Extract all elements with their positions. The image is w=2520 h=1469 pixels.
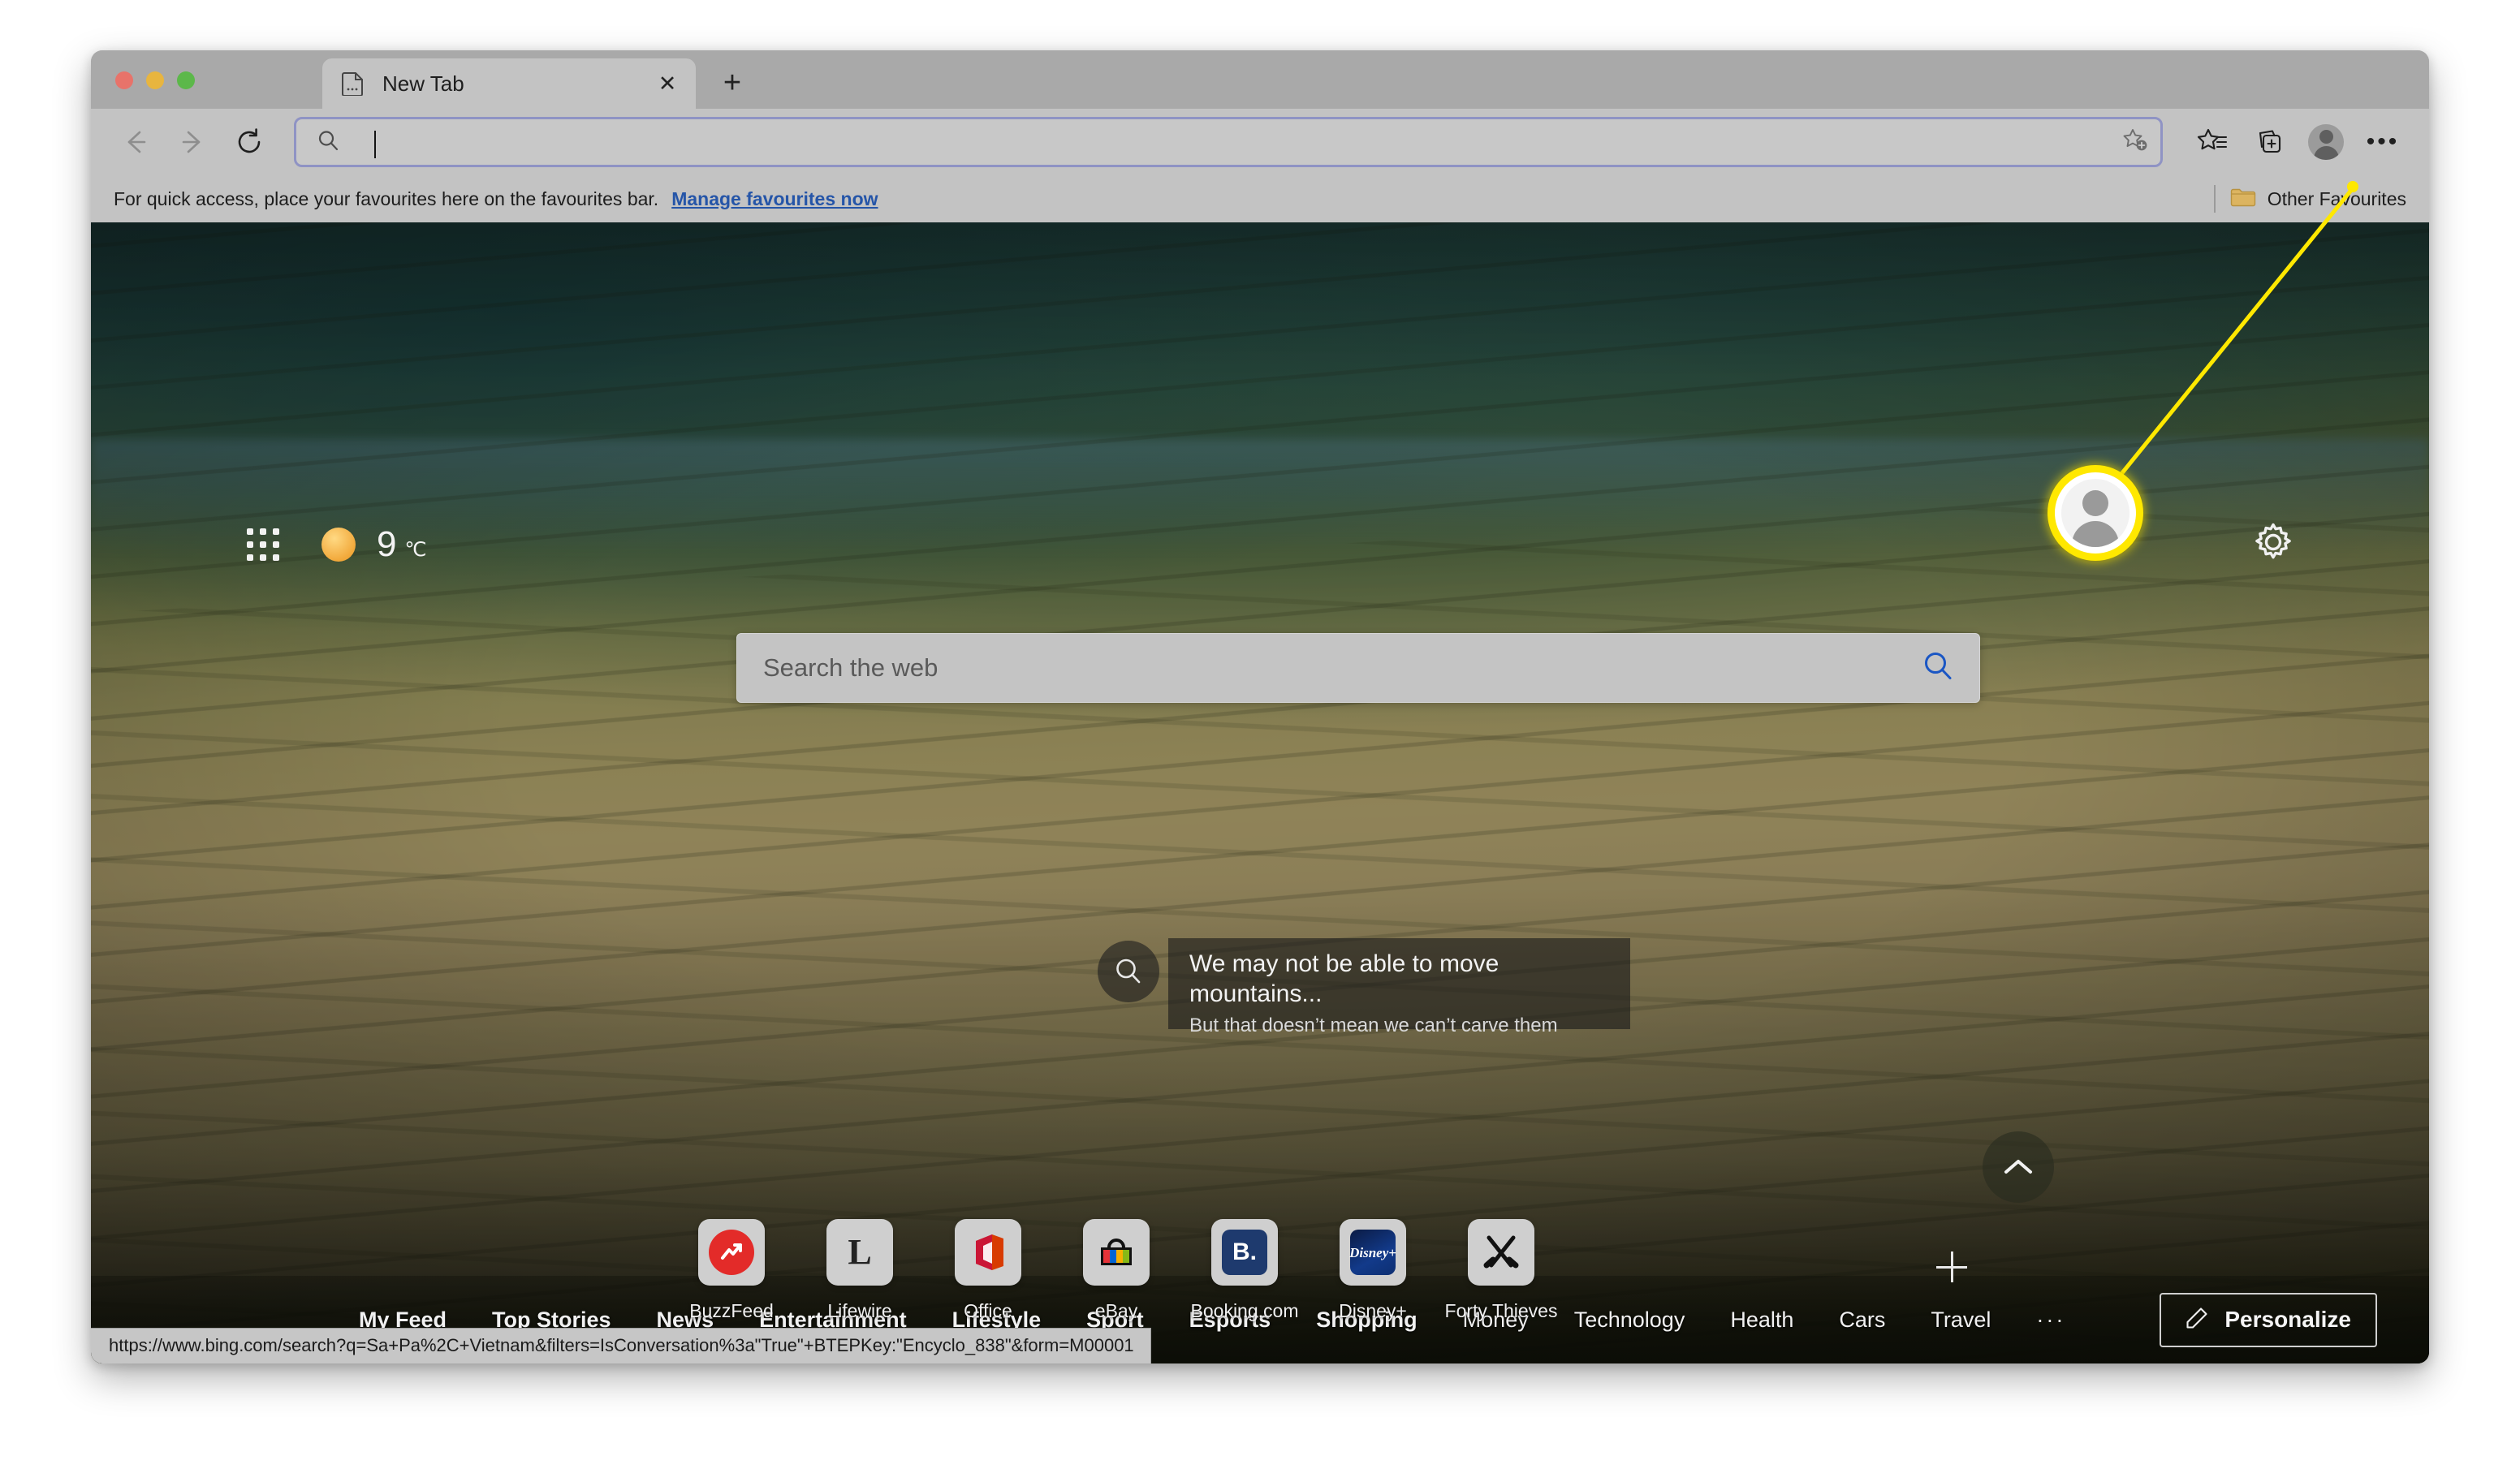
newtab-top-left-widgets: 9 ℃	[247, 524, 426, 565]
tile-buzzfeed[interactable]: BuzzFeed	[689, 1219, 774, 1322]
folder-icon	[2230, 187, 2256, 212]
tab-new-tab[interactable]: New Tab ✕	[322, 58, 696, 109]
office-icon	[955, 1219, 1021, 1286]
pencil-icon	[2186, 1307, 2208, 1333]
new-tab-page: 9 ℃ Search the web We may not be able to…	[91, 222, 2429, 1363]
tile-label: Office	[964, 1300, 1012, 1321]
feed-more-button[interactable]: ···	[2036, 1307, 2065, 1333]
tab-strip: New Tab ✕ +	[322, 58, 756, 109]
other-favourites-label: Other Favourites	[2267, 187, 2406, 209]
tile-label: Disney+	[1339, 1300, 1407, 1321]
refresh-icon[interactable]	[224, 117, 274, 167]
status-bar-url: https://www.bing.com/search?q=Sa+Pa%2C+V…	[91, 1328, 1151, 1363]
weather-temperature-unit: ℃	[404, 539, 427, 561]
feed-item-technology[interactable]: Technology	[1574, 1307, 1685, 1333]
add-shortcut-button[interactable]	[1926, 1241, 1978, 1293]
quote-card[interactable]: We may not be able to move mountains... …	[1168, 938, 1630, 1036]
gear-icon[interactable]	[2252, 521, 2294, 563]
address-bar[interactable]	[294, 117, 2163, 167]
browser-toolbar: •••	[91, 109, 2429, 175]
booking-icon: B.	[1211, 1219, 1278, 1286]
lifewire-icon: L	[826, 1219, 893, 1286]
close-window-button[interactable]	[115, 71, 133, 89]
text-cursor	[374, 131, 376, 158]
collections-icon[interactable]	[2244, 117, 2294, 167]
address-input[interactable]	[358, 119, 2121, 165]
favourites-bar-right: Other Favourites	[2213, 185, 2406, 213]
feed-item-cars[interactable]: Cars	[1839, 1307, 1885, 1333]
avatar	[2308, 124, 2344, 160]
weather-temperature-value: 9	[377, 524, 397, 564]
tile-label: eBay	[1094, 1300, 1138, 1321]
grid-apps-icon[interactable]	[247, 528, 279, 561]
window-controls	[115, 71, 195, 89]
desktop-background: New Tab ✕ + ••• For quick access, place …	[0, 0, 2520, 1469]
feed-item-health[interactable]: Health	[1730, 1307, 1793, 1333]
favourites-hint-text: For quick access, place your favourites …	[114, 187, 659, 209]
browser-window: New Tab ✕ + ••• For quick access, place …	[91, 50, 2429, 1363]
quote-subtitle: But that doesn’t mean we can’t carve the…	[1189, 1015, 1558, 1037]
favourites-star-icon[interactable]	[2187, 117, 2237, 167]
web-search-box[interactable]: Search the web	[736, 633, 1980, 703]
search-icon[interactable]	[1921, 649, 1955, 687]
minimize-window-button[interactable]	[146, 71, 164, 89]
shortcut-tiles: BuzzFeed L Lifewire Office eBay B. Booki…	[689, 1219, 1557, 1322]
manage-favourites-link[interactable]: Manage favourites now	[671, 188, 878, 210]
tile-booking[interactable]: B. Booking.com	[1191, 1219, 1298, 1322]
forward-arrow-icon[interactable]	[167, 117, 218, 167]
add-favourite-star-icon[interactable]	[2121, 127, 2149, 158]
feed-item-travel[interactable]: Travel	[1931, 1307, 1991, 1333]
tile-office[interactable]: Office	[951, 1219, 1025, 1322]
search-input[interactable]: Search the web	[763, 653, 1921, 683]
tile-label: BuzzFeed	[689, 1300, 774, 1321]
weather-widget[interactable]: 9 ℃	[321, 524, 426, 565]
sun-icon	[321, 528, 356, 562]
other-favourites-folder[interactable]: Other Favourites	[2230, 187, 2406, 212]
personalize-label: Personalize	[2224, 1307, 2351, 1332]
tile-ebay[interactable]: eBay	[1080, 1219, 1153, 1322]
buzzfeed-icon	[698, 1219, 765, 1286]
quote-search-badge[interactable]	[1098, 941, 1159, 1002]
tile-label: Lifewire	[827, 1300, 892, 1321]
background-vignette	[91, 222, 2429, 1363]
tile-forty-thieves[interactable]: Forty Thieves	[1445, 1219, 1557, 1322]
tile-label: Forty Thieves	[1444, 1300, 1558, 1321]
profile-avatar-icon[interactable]	[2301, 117, 2351, 167]
browser-settings-and-more-button[interactable]: •••	[2358, 117, 2408, 167]
disneyplus-icon: Disney+	[1340, 1219, 1406, 1286]
divider	[2213, 185, 2216, 213]
tile-disneyplus[interactable]: Disney+ Disney+	[1336, 1219, 1409, 1322]
title-bar: New Tab ✕ +	[91, 50, 2429, 109]
zoom-window-button[interactable]	[177, 71, 195, 89]
new-tab-button[interactable]: +	[709, 59, 756, 106]
document-icon	[342, 71, 365, 97]
chevron-up-icon[interactable]	[1983, 1131, 2054, 1203]
personalize-button[interactable]: Personalize	[2160, 1292, 2377, 1347]
tile-lifewire[interactable]: L Lifewire	[823, 1219, 896, 1322]
ebay-icon	[1083, 1219, 1150, 1286]
back-arrow-icon[interactable]	[110, 117, 161, 167]
weather-temperature: 9 ℃	[377, 524, 426, 565]
close-tab-button[interactable]: ✕	[654, 70, 681, 97]
search-icon	[316, 128, 340, 157]
tile-label: Booking.com	[1190, 1300, 1299, 1321]
tab-title: New Tab	[382, 71, 464, 96]
favourites-bar: For quick access, place your favourites …	[91, 175, 2429, 222]
forty-thieves-icon	[1468, 1219, 1534, 1286]
quote-title: We may not be able to move mountains...	[1189, 950, 1499, 1007]
